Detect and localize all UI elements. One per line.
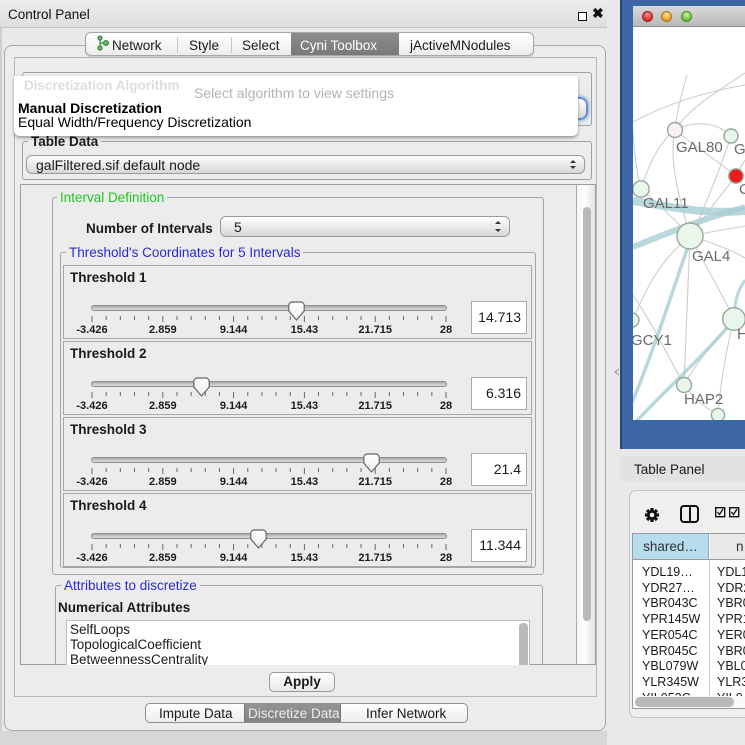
svg-text:GAL11: GAL11 <box>643 195 689 212</box>
svg-text:H: H <box>737 326 745 343</box>
svg-text:GAL80: GAL80 <box>676 139 723 156</box>
svg-text:HAP2: HAP2 <box>684 391 723 408</box>
svg-text:C: C <box>739 181 745 198</box>
svg-text:GAL4: GAL4 <box>692 248 730 265</box>
svg-text:GA: GA <box>734 141 745 158</box>
svg-text:GCY1: GCY1 <box>633 332 672 349</box>
